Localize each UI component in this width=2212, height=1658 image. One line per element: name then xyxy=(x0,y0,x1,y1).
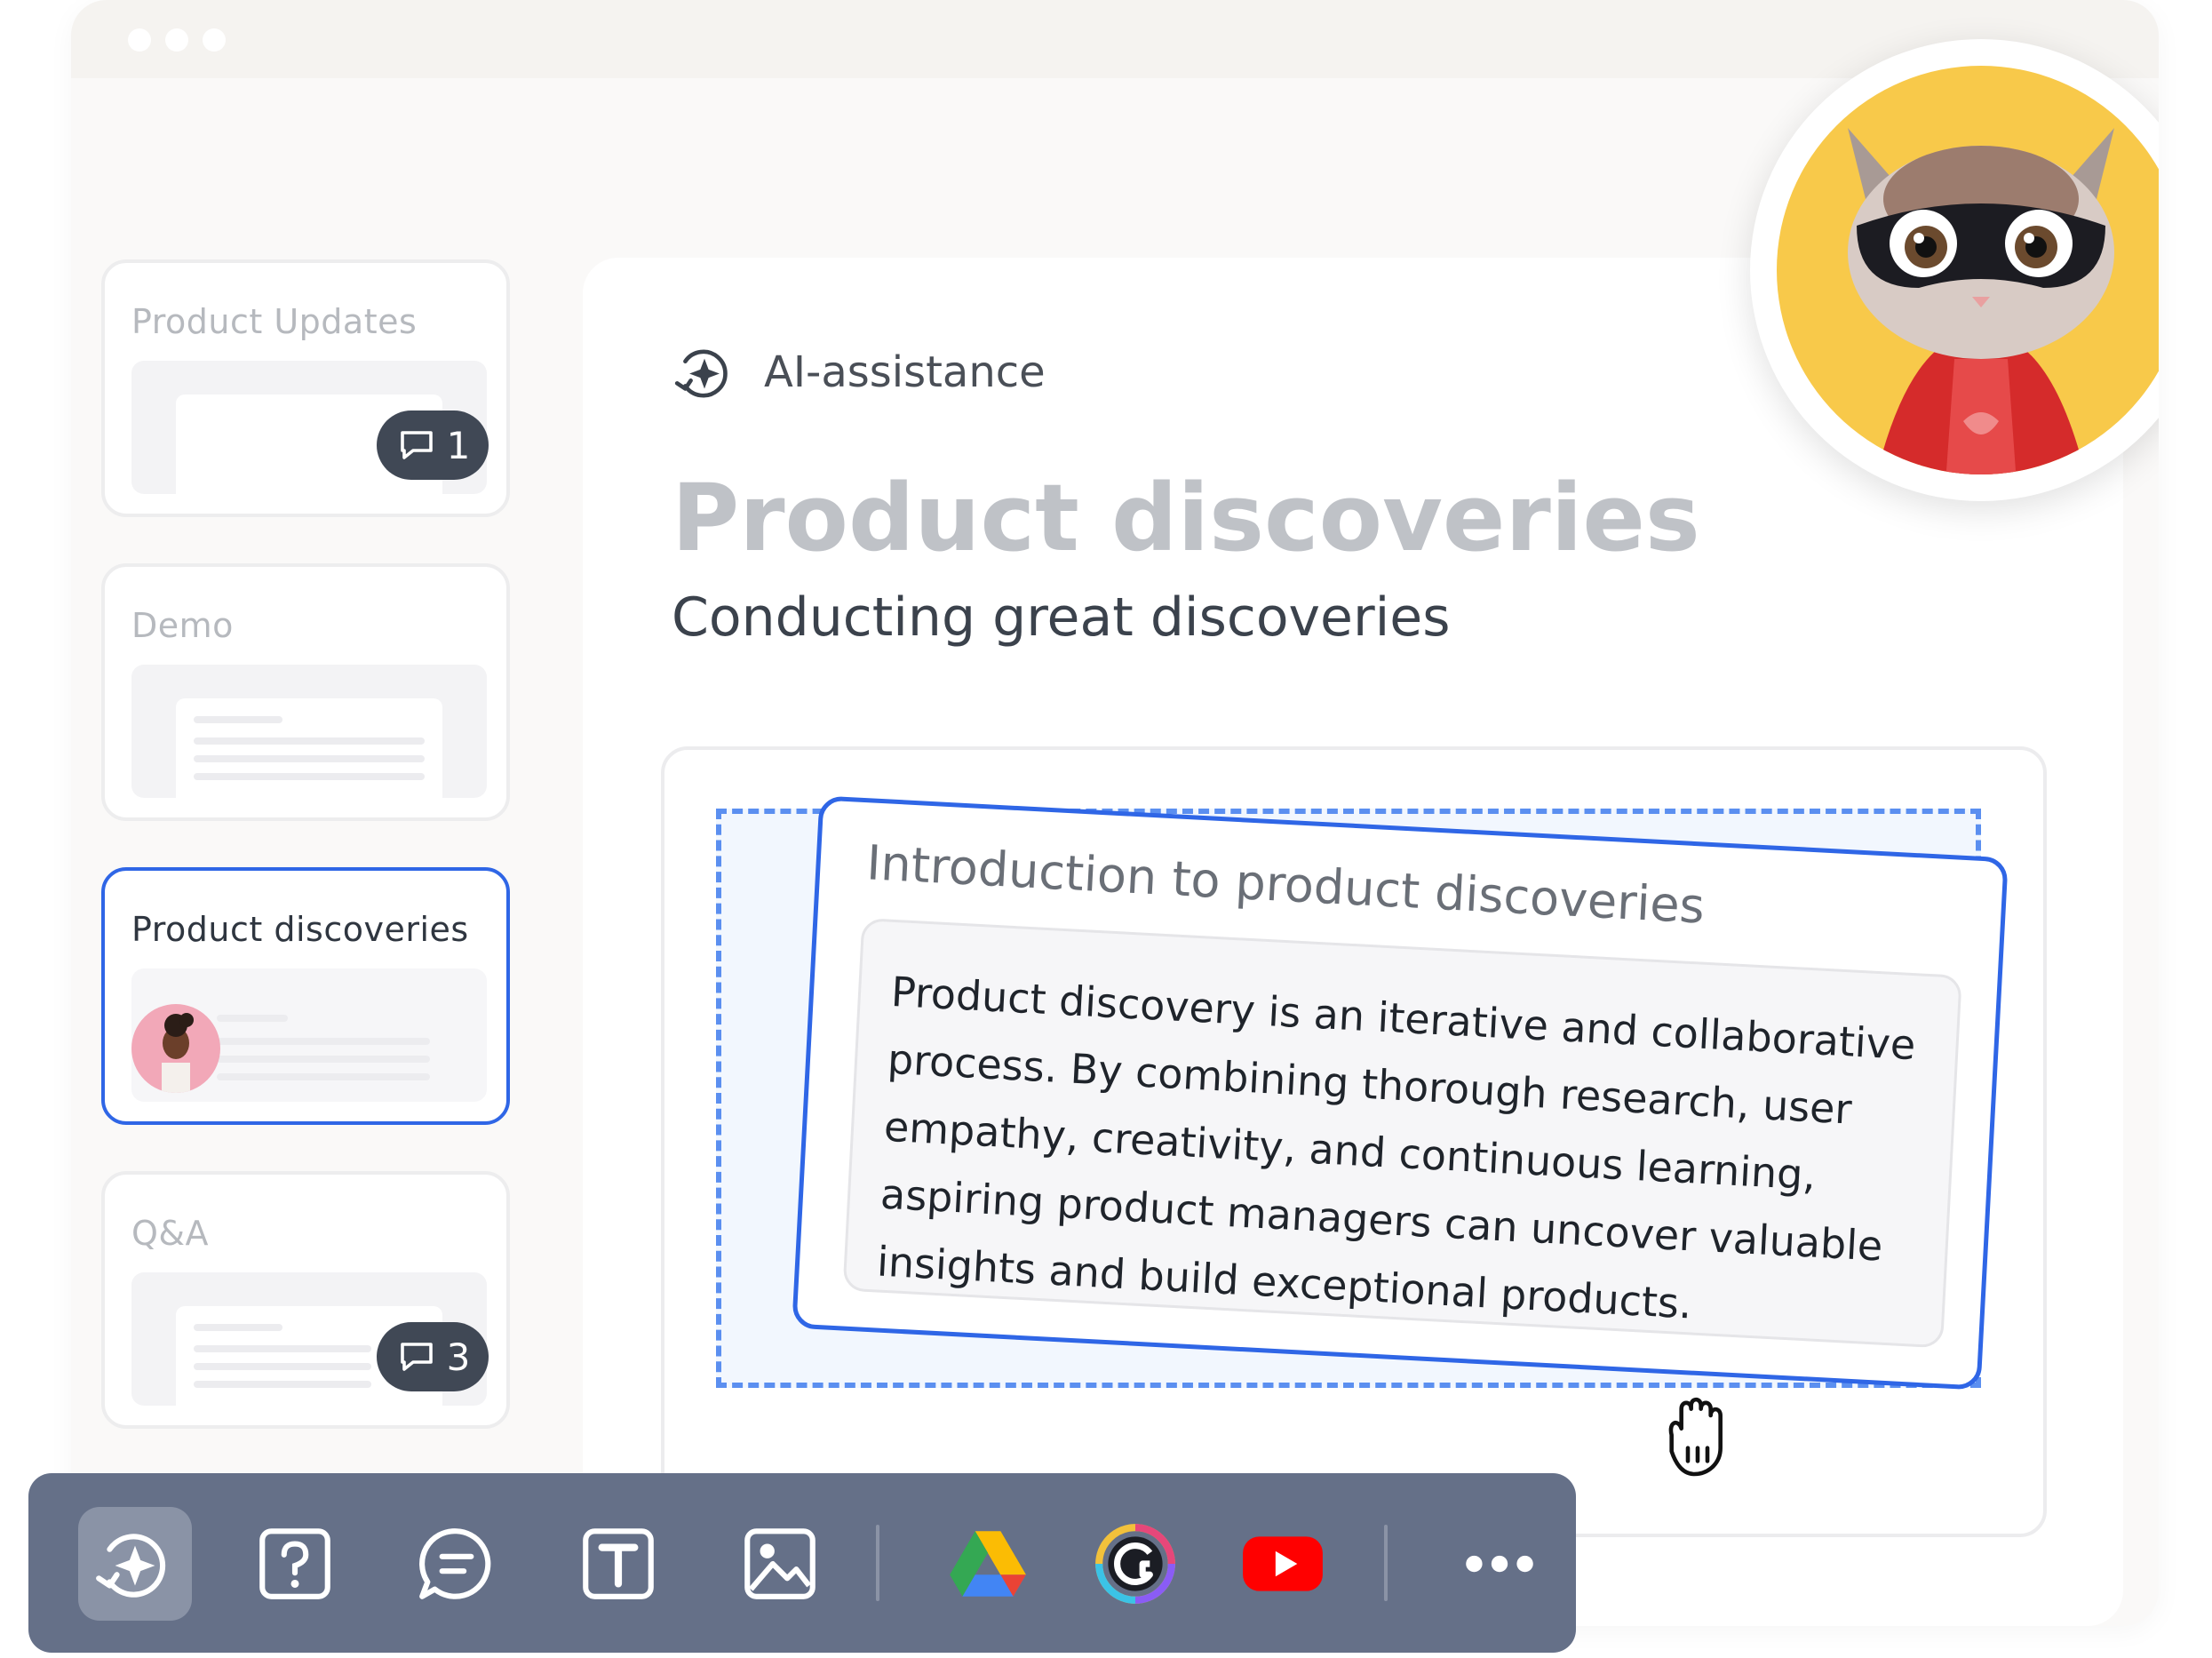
question-icon xyxy=(259,1528,330,1599)
block-title: Introduction to product discoveries xyxy=(865,834,1707,935)
ai-assistance-icon xyxy=(674,349,728,398)
ai-assistance-icon xyxy=(96,1534,166,1598)
window-dot[interactable] xyxy=(203,28,226,52)
content-block[interactable]: Introduction to product discoveries Prod… xyxy=(792,795,2009,1391)
swirl-logo-icon xyxy=(1095,1524,1175,1604)
toolbar-separator xyxy=(876,1525,879,1601)
text-button[interactable] xyxy=(561,1507,675,1621)
miro-button[interactable] xyxy=(1078,1507,1192,1621)
ai-assistance-label: AI-assistance xyxy=(764,347,1046,397)
card-title: Product discoveries xyxy=(131,910,469,949)
youtube-icon xyxy=(1243,1536,1323,1591)
comment-icon xyxy=(400,431,433,459)
app-window: Product Updates 1 Demo Product discoveri… xyxy=(71,0,2159,1626)
sidebar-card-demo[interactable]: Demo xyxy=(101,563,510,821)
cat-mascot-icon xyxy=(1848,128,2114,474)
comment-count-badge[interactable]: 1 xyxy=(377,411,489,480)
google-drive-icon xyxy=(950,1531,1026,1597)
card-thumbnail xyxy=(131,665,487,798)
toolbar xyxy=(28,1473,1576,1653)
window-dot[interactable] xyxy=(128,28,151,52)
youtube-button[interactable] xyxy=(1226,1507,1340,1621)
comment-button[interactable] xyxy=(400,1507,513,1621)
title-bar xyxy=(71,0,2159,78)
ai-assistance-button[interactable] xyxy=(78,1507,192,1621)
chat-bubble-icon xyxy=(419,1528,491,1599)
page-title: Product discoveries xyxy=(672,464,1700,572)
block-text: Product discovery is an iterative and co… xyxy=(842,918,1962,1349)
window-dot[interactable] xyxy=(165,28,188,52)
quiz-button[interactable] xyxy=(238,1507,352,1621)
more-dots-icon xyxy=(1466,1555,1533,1573)
sidebar-card-product-updates[interactable]: Product Updates 1 xyxy=(101,259,510,517)
comment-icon xyxy=(400,1343,433,1371)
avatar xyxy=(131,1004,220,1093)
text-icon xyxy=(583,1528,654,1599)
sidebar-card-product-discoveries[interactable]: Product discoveries xyxy=(101,867,510,1125)
toolbar-separator xyxy=(1384,1525,1388,1601)
google-drive-button[interactable] xyxy=(931,1507,1045,1621)
sidebar-card-qa[interactable]: Q&A 3 xyxy=(101,1171,510,1429)
image-button[interactable] xyxy=(723,1507,837,1621)
comment-count: 1 xyxy=(446,423,471,467)
card-title: Q&A xyxy=(131,1214,210,1253)
comment-count: 3 xyxy=(446,1335,471,1379)
image-icon xyxy=(744,1528,816,1599)
comment-count-badge[interactable]: 3 xyxy=(377,1322,489,1391)
card-title: Product Updates xyxy=(131,302,418,341)
more-button[interactable] xyxy=(1443,1507,1556,1621)
ai-assistance-header[interactable]: AI-assistance xyxy=(672,339,1046,405)
card-title: Demo xyxy=(131,606,234,645)
page-subtitle: Conducting great discoveries xyxy=(672,586,1451,649)
grab-cursor-icon xyxy=(1668,1397,1723,1477)
